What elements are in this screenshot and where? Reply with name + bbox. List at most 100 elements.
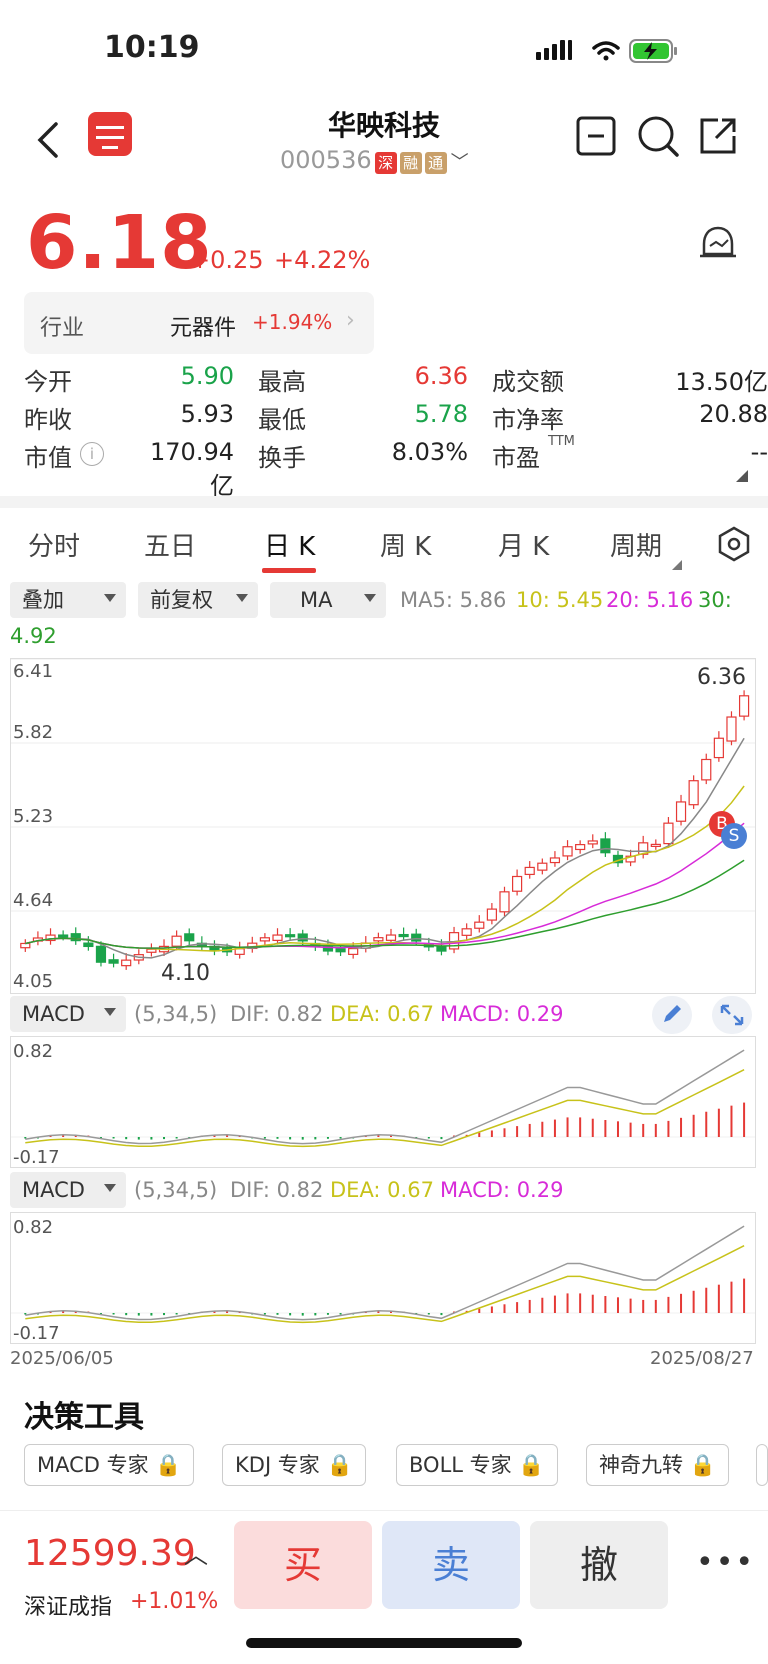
candle-body — [537, 862, 548, 871]
kline-chart[interactable]: 6.41 5.82 5.23 4.64 4.05 6.36 4.10 B S — [10, 658, 756, 994]
candle-body — [121, 959, 132, 967]
ma10-value: 10: 5.45 — [516, 588, 604, 612]
tab-daily-k[interactable]: 日 K — [264, 526, 315, 563]
industry-bar[interactable]: 行业 元器件 +1.94% › — [24, 292, 374, 354]
macd1-dropdown[interactable]: MACD — [10, 996, 126, 1032]
stat-value: 13.50亿 — [675, 368, 768, 396]
lock-icon: 🔒 — [155, 1453, 182, 1477]
candle-body — [385, 934, 397, 941]
search-icon[interactable] — [636, 114, 680, 158]
candle-body — [436, 945, 447, 952]
buy-button[interactable]: 买 — [234, 1521, 372, 1609]
tab-five-day[interactable]: 五日 — [144, 526, 196, 563]
candle-body — [486, 908, 497, 921]
macd1-param: (5,34,5) — [134, 1002, 218, 1026]
chip-boll-expert[interactable]: BOLL 专家 🔒 — [396, 1444, 558, 1486]
expand-corner-icon[interactable] — [736, 470, 748, 482]
fullscreen-button[interactable] — [712, 996, 752, 1034]
industry-name: 元器件 — [170, 316, 237, 341]
chip-label: MACD 专家 — [37, 1453, 149, 1477]
macd2-top-tick: 0.82 — [13, 1217, 54, 1238]
settings-hex-icon[interactable] — [716, 526, 752, 562]
candle-body — [474, 921, 485, 929]
overlay-dropdown[interactable]: 叠加 — [10, 582, 126, 618]
stat-value: 5.78 — [414, 400, 468, 428]
current-price: 6.18 — [26, 200, 213, 286]
stat-value: 5.93 — [180, 400, 234, 428]
ma30-line — [25, 859, 745, 949]
macd1-top-tick: 0.82 — [13, 1041, 54, 1062]
candle-body — [146, 948, 157, 953]
tab-intraday[interactable]: 分时 — [28, 526, 80, 563]
macd2-header: MACD (5,34,5) DIF: 0.82 DEA: 0.67 MACD: … — [0, 1172, 768, 1210]
candle-body — [499, 891, 510, 913]
candle-body — [95, 945, 107, 963]
chip-label: 神奇九转 — [599, 1453, 683, 1477]
stat-value: 170.94亿 — [150, 438, 234, 500]
chevron-right-icon: › — [346, 308, 355, 333]
price-change-pct: +4.22% — [274, 246, 371, 274]
candle-body — [335, 948, 346, 953]
lock-icon: 🔒 — [326, 1453, 353, 1477]
dif-line — [25, 1049, 745, 1145]
cancel-button[interactable]: 撤 — [530, 1521, 668, 1609]
sell-marker[interactable]: S — [721, 823, 747, 849]
status-time: 10:19 — [104, 30, 200, 65]
status-icons — [536, 39, 677, 63]
ma10-line — [25, 785, 745, 952]
kline-svg — [11, 659, 755, 970]
tab-monthly-k[interactable]: 月 K — [498, 526, 549, 563]
more-icon[interactable]: ••• — [696, 1545, 755, 1580]
candle-body — [348, 948, 359, 955]
index-value[interactable]: 12599.39 — [24, 1533, 196, 1574]
chevron-up-icon[interactable]: ︿ — [184, 1535, 208, 1570]
stock-code: 000536 — [280, 146, 372, 174]
tab-weekly-k[interactable]: 周 K — [380, 526, 431, 563]
chip-more-partial[interactable] — [756, 1444, 768, 1486]
macd1-chart[interactable]: 0.82 -0.17 — [10, 1036, 756, 1168]
chip-magic-nine[interactable]: 神奇九转 🔒 — [586, 1444, 729, 1486]
sell-button[interactable]: 卖 — [382, 1521, 520, 1609]
candle-body — [663, 822, 674, 845]
end-date: 2025/08/27 — [650, 1348, 754, 1369]
tab-period[interactable]: 周期 — [610, 526, 662, 563]
stock-header: 华映科技 000536 深融通 ﹀ — [0, 100, 768, 190]
candle-body — [108, 959, 119, 964]
price-change: +0.25 — [190, 246, 264, 274]
ma20-line — [25, 822, 745, 949]
share-icon[interactable] — [698, 116, 738, 156]
expand-icon — [720, 1004, 744, 1026]
stat-value: 20.88 — [699, 400, 768, 428]
section-divider — [0, 496, 768, 508]
edit-button[interactable] — [652, 996, 692, 1034]
candle-body — [524, 866, 535, 876]
adjust-dropdown[interactable]: 前复权 — [138, 582, 258, 618]
macd1-name: MACD — [22, 1002, 85, 1026]
macd2-chart[interactable]: 0.82 -0.17 — [10, 1212, 756, 1344]
home-indicator — [246, 1638, 522, 1648]
tools-title: 决策工具 — [24, 1400, 144, 1435]
chip-kdj-expert[interactable]: KDJ 专家 🔒 — [222, 1444, 366, 1486]
kline-low-label: 4.10 — [161, 961, 210, 986]
stat-label: 今开 — [24, 368, 72, 396]
candle-body — [701, 758, 712, 781]
period-corner-icon — [672, 560, 682, 570]
stat-label: 市净率 — [492, 406, 564, 434]
info-icon[interactable]: i — [80, 442, 104, 466]
indicator-dropdown[interactable]: MA — [270, 582, 386, 618]
candle-body — [58, 934, 69, 938]
candle-body — [297, 933, 308, 942]
indicator-label: MA — [300, 588, 333, 612]
price-alert-bell-icon[interactable] — [698, 224, 738, 268]
stock-code-row[interactable]: 000536 深融通 ﹀ — [280, 146, 469, 174]
stat-value: 5.90 — [180, 362, 234, 390]
candle-body — [562, 846, 573, 857]
macd2-dropdown[interactable]: MACD — [10, 1172, 126, 1208]
minimize-icon[interactable] — [576, 116, 616, 156]
candle-body — [726, 716, 737, 742]
candle-body — [398, 933, 409, 938]
caret-down-icon — [364, 594, 376, 602]
chip-macd-expert[interactable]: MACD 专家 🔒 — [24, 1444, 195, 1486]
macd1-dif: DIF: 0.82 — [230, 1002, 324, 1026]
candle-body — [461, 928, 472, 936]
